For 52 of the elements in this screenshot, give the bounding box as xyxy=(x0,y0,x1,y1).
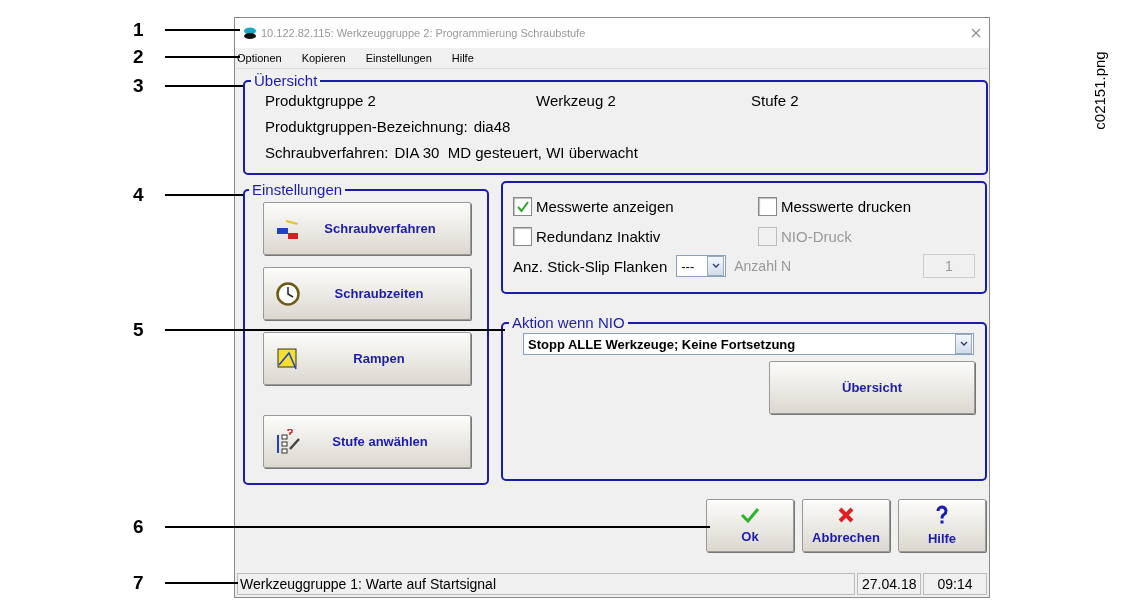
close-icon[interactable] xyxy=(971,28,981,38)
designation-label: Produktgruppen-Bezeichnung: xyxy=(265,117,468,137)
count-label: Anzahl N xyxy=(734,258,792,274)
app-icon xyxy=(243,27,257,39)
callout-number: 6 xyxy=(133,516,144,538)
caret-icon xyxy=(959,341,968,347)
callout-number: 3 xyxy=(133,75,144,97)
checkbox-option[interactable]: Messwerte anzeigen xyxy=(513,195,758,218)
settings-button[interactable]: Stufe anwählen xyxy=(263,415,471,468)
status-date: 27.04.18 xyxy=(857,573,921,595)
settings-button[interactable]: Schraubzeiten xyxy=(263,267,471,320)
settings-button[interactable]: Schraubverfahren xyxy=(263,202,471,255)
settings-button[interactable]: Rampen xyxy=(263,332,471,385)
group-legend: Übersicht xyxy=(251,72,321,89)
group-legend: Aktion wenn NIO xyxy=(509,314,628,331)
checkbox-option[interactable]: Redundanz Inaktiv xyxy=(513,225,758,248)
question-icon xyxy=(935,505,949,525)
dialog-button[interactable]: Hilfe xyxy=(898,499,986,552)
check-icon xyxy=(515,199,530,214)
dialog-button[interactable]: Ok xyxy=(706,499,794,552)
product-group-label: Produktgruppe 2 xyxy=(265,91,377,111)
method-value: DIA 30 MD gesteuert, WI überwacht xyxy=(394,143,638,163)
stage-label: Stufe 2 xyxy=(751,91,799,111)
stick-slip-label: Anz. Stick-Slip Flanken xyxy=(513,257,668,275)
checkbox-option[interactable]: Messwerte drucken xyxy=(758,195,978,218)
window-title: 10.122.82.115: Werkzeuggruppe 2: Programmierung Schraubstufe xyxy=(261,27,587,39)
method-label: Schraubverfahren: xyxy=(265,143,389,163)
ramp-chart-icon xyxy=(276,346,300,371)
stage-select-icon xyxy=(276,428,302,455)
menu-item[interactable]: Einstellungen xyxy=(363,52,441,64)
menu-item[interactable]: Optionen xyxy=(235,52,291,64)
menu-item[interactable]: Hilfe xyxy=(449,52,483,64)
action-dropdown[interactable]: Stopp ALLE Werkzeuge; Keine Fortsetzung xyxy=(523,333,974,355)
callout-number: 1 xyxy=(133,19,144,41)
status-time: 09:14 xyxy=(923,573,987,595)
menu-item[interactable]: Kopieren xyxy=(299,52,355,64)
status-message: Werkzeuggruppe 1: Warte auf Startsignal xyxy=(237,573,855,595)
callout-number: 5 xyxy=(133,319,144,341)
file-name: c02151.png xyxy=(1090,51,1108,130)
clock-icon xyxy=(276,281,300,306)
caret-icon xyxy=(711,263,720,269)
tool-label: Werkzeug 2 xyxy=(536,91,617,111)
overview-button[interactable]: Übersicht xyxy=(769,361,975,414)
callout-number: 7 xyxy=(133,572,144,594)
callout-number: 4 xyxy=(133,184,144,206)
designation-value: dia48 xyxy=(473,117,511,137)
stick-slip-dropdown[interactable]: --- xyxy=(676,255,727,277)
group-legend: Einstellungen xyxy=(249,181,346,198)
cross-icon xyxy=(837,506,855,524)
callout-number: 2 xyxy=(133,46,144,68)
dialog-button[interactable]: Abbrechen xyxy=(802,499,890,552)
check-icon xyxy=(740,507,760,523)
